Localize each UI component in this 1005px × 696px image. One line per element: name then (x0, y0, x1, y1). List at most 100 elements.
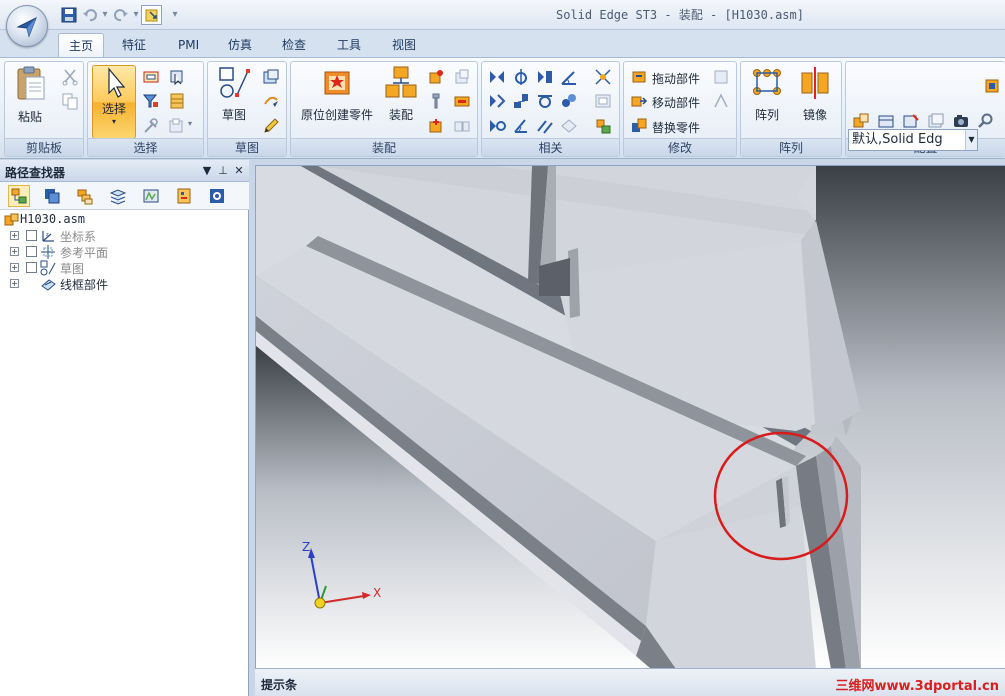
title-bar: ▾ ▾ ▾ Solid Edge ST3 - 装配 - [H1030.asm] (0, 0, 1005, 47)
expand-icon[interactable]: + (10, 263, 19, 272)
select-other-dropdown-icon[interactable]: ▾ (188, 119, 192, 128)
search-icon[interactable] (977, 112, 995, 130)
close-icon[interactable]: ✕ (232, 164, 246, 178)
undo-icon[interactable] (79, 5, 100, 25)
select-button[interactable]: 选择 ▾ (92, 65, 136, 139)
tab-view[interactable]: 视图 (382, 33, 426, 58)
match-coordinate-icon[interactable] (512, 117, 530, 135)
cut-icon[interactable] (61, 68, 79, 86)
fastener-icon[interactable] (427, 92, 445, 110)
exploded-config-icon[interactable] (902, 112, 920, 130)
drag-options-icon[interactable] (712, 68, 730, 86)
reference-plane-icon (41, 245, 55, 259)
pattern-button[interactable]: 阵列 (747, 65, 787, 123)
replace-part-label[interactable]: 替换零件 (652, 119, 700, 136)
expand-icon[interactable]: + (10, 279, 19, 288)
tree-item[interactable]: + z 坐标系 (10, 228, 240, 244)
ribbon: 粘贴 剪贴板 选择 ▾ ▾ 选择 草图 草图 原位创建零件 装配 装配 相关 拖… (0, 57, 1005, 159)
angle-icon[interactable] (560, 68, 578, 86)
replace-part-icon[interactable] (630, 117, 648, 135)
select-parts-icon[interactable] (168, 92, 186, 110)
filter-icon[interactable] (142, 92, 160, 110)
add-part-icon[interactable] (427, 117, 445, 135)
frame-icon[interactable] (453, 92, 471, 110)
tab-tools[interactable]: 工具 (327, 33, 371, 58)
item-checkbox[interactable] (26, 230, 37, 241)
panel-menu-icon[interactable]: ▼ (200, 164, 214, 178)
insert-assembly-icon[interactable] (453, 68, 471, 86)
pin-icon[interactable]: ⊥ (216, 164, 230, 178)
parts-library-tab-icon[interactable] (74, 185, 96, 207)
redo-icon[interactable] (110, 5, 131, 25)
tab-pmi[interactable]: PMI (168, 33, 209, 58)
relate-group: 相关 (481, 61, 620, 157)
flash-fit-icon[interactable] (594, 68, 612, 86)
snapshot-icon[interactable] (927, 112, 945, 130)
camera-icon[interactable] (952, 112, 970, 130)
application-button[interactable] (6, 5, 48, 47)
drag-component-icon[interactable] (630, 68, 648, 86)
display-config-icon[interactable] (852, 112, 870, 130)
tab-inspect[interactable]: 检查 (272, 33, 316, 58)
redo-dropdown-icon[interactable]: ▾ (131, 9, 141, 20)
move-component-icon[interactable] (630, 92, 648, 110)
tree-item[interactable]: + 参考平面 (10, 244, 240, 260)
move-options-icon[interactable] (712, 92, 730, 110)
relate-options-icon[interactable] (594, 92, 612, 110)
configuration-dropdown[interactable]: 默认,Solid Edg ▼ (848, 129, 978, 151)
layers-tab-icon[interactable] (41, 185, 63, 207)
item-checkbox[interactable] (26, 246, 37, 257)
gear-relationship-icon[interactable] (560, 92, 578, 110)
feature-library-tab-icon[interactable] (206, 185, 228, 207)
tab-features[interactable]: 特征 (112, 33, 156, 58)
assemble-button[interactable]: 装配 (383, 65, 419, 123)
tangent-icon[interactable] (536, 92, 554, 110)
sketch-view-icon[interactable] (262, 68, 280, 86)
tab-home[interactable]: 主页 (58, 33, 105, 58)
drag-component-label[interactable]: 拖动部件 (652, 70, 700, 87)
pathfinder-tab-icon[interactable] (8, 185, 30, 207)
smart-select-icon[interactable] (141, 4, 162, 25)
mirror-button[interactable]: 镜像 (795, 65, 835, 123)
reports-tab-icon[interactable] (173, 185, 195, 207)
select-cursor-icon[interactable] (168, 68, 186, 86)
insert-part-icon[interactable] (427, 68, 445, 86)
paste-button[interactable]: 粘贴 (11, 65, 49, 125)
copy-icon[interactable] (61, 92, 79, 110)
customize-qat-icon[interactable]: ▾ (170, 9, 180, 20)
zone-config-icon[interactable] (877, 112, 895, 130)
create-part-in-place-button[interactable]: 原位创建零件 (295, 65, 379, 123)
tree-item[interactable]: + 线框部件 (10, 276, 240, 292)
connect-icon[interactable] (488, 92, 506, 110)
parallel-icon[interactable] (512, 92, 530, 110)
select-dropdown-icon[interactable]: ▾ (112, 117, 116, 126)
item-checkbox[interactable] (26, 262, 37, 273)
sketch-button[interactable]: 草图 (214, 65, 254, 123)
cam-icon[interactable] (488, 117, 506, 135)
save-icon[interactable] (58, 5, 79, 25)
select-other-icon[interactable] (168, 117, 186, 135)
mate-icon[interactable] (488, 68, 506, 86)
planar-align-icon[interactable] (536, 68, 554, 86)
undo-dropdown-icon[interactable]: ▾ (100, 9, 110, 20)
select-box-icon[interactable] (142, 68, 160, 86)
relationship-assistant-icon[interactable] (594, 117, 612, 135)
model-view[interactable] (256, 166, 1005, 668)
expand-icon[interactable]: + (10, 247, 19, 256)
tab-simulation[interactable]: 仿真 (218, 33, 262, 58)
disassemble-icon[interactable] (453, 117, 471, 135)
rigid-set-icon[interactable] (560, 117, 578, 135)
config-save-icon[interactable] (983, 77, 1001, 95)
move-component-label[interactable]: 移动部件 (652, 94, 700, 111)
pencil-icon[interactable] (262, 117, 280, 135)
3d-viewport[interactable]: Z X (255, 165, 1005, 668)
stacked-tab-icon[interactable] (107, 185, 129, 207)
center-plane-icon[interactable] (536, 117, 554, 135)
axial-align-icon[interactable] (512, 68, 530, 86)
expand-icon[interactable]: + (10, 231, 19, 240)
tree-item[interactable]: + 草图 (10, 260, 240, 276)
tools-icon[interactable] (142, 117, 160, 135)
pattern-group: 阵列 镜像 阵列 (740, 61, 842, 157)
project-icon[interactable] (262, 92, 280, 110)
select-tools-tab-icon[interactable] (140, 185, 162, 207)
